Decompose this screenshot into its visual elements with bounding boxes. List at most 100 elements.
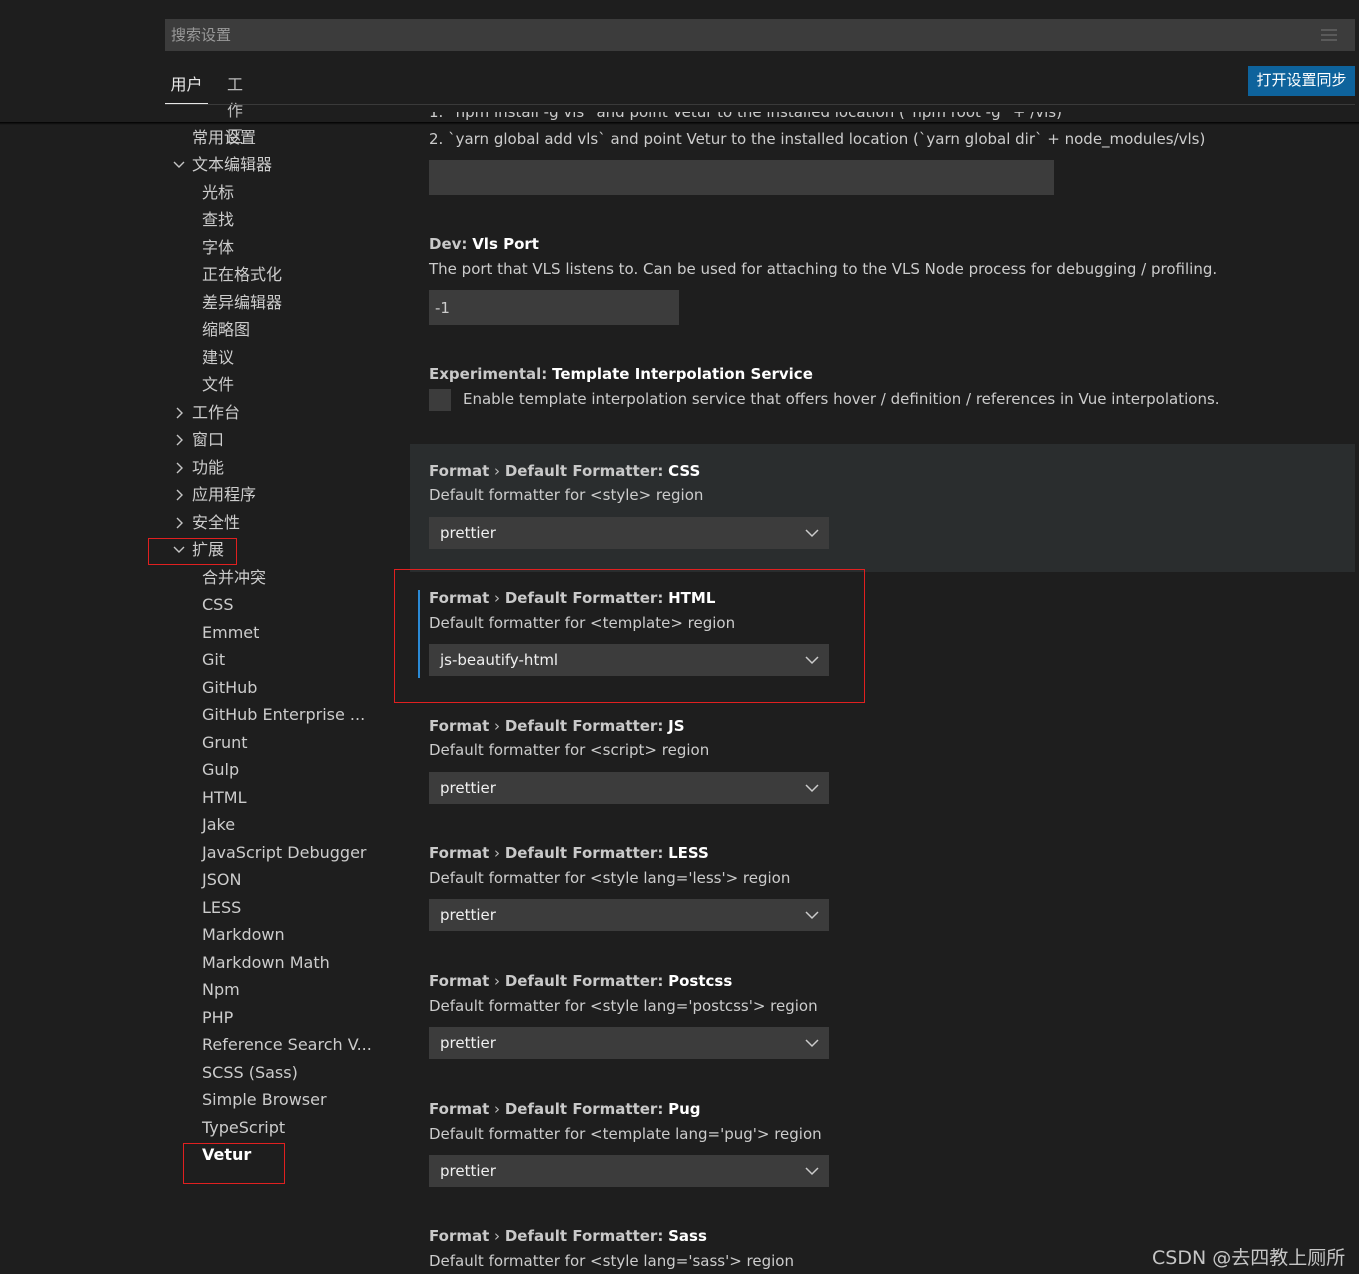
breadcrumb-separator: › xyxy=(494,844,501,862)
toc-item-markdown-math[interactable]: Markdown Math xyxy=(202,952,330,974)
toc-item-files[interactable]: 文件 xyxy=(202,374,234,396)
filter-icon[interactable] xyxy=(1321,29,1337,41)
setting-title-formatter-less: Format › Default Formatter: LESS xyxy=(429,843,709,863)
toc-item-label: 功能 xyxy=(192,458,225,477)
formatter-css-description: Default formatter for <style> region xyxy=(429,486,704,504)
toc-item-font[interactable]: 字体 xyxy=(202,237,234,259)
toc-item-workbench[interactable]: 工作台 xyxy=(176,402,240,424)
select-value: prettier xyxy=(440,1034,496,1052)
tab-workspace[interactable]: 工作区 xyxy=(227,72,243,146)
template-interpolation-description: Enable template interpolation service th… xyxy=(463,390,1220,408)
toc-item-github-enterprise[interactable]: GitHub Enterprise ... xyxy=(202,704,365,726)
tab-user[interactable]: 用户 xyxy=(165,72,208,104)
setting-name: HTML xyxy=(668,589,716,607)
formatter-less-description: Default formatter for <style lang='less'… xyxy=(429,869,791,887)
toc-item-reference-search[interactable]: Reference Search V... xyxy=(202,1034,372,1056)
breadcrumb-separator: › xyxy=(494,972,501,990)
toc-item-json[interactable]: JSON xyxy=(202,869,241,891)
toc-item-label: 应用程序 xyxy=(192,485,257,504)
toc-item-grunt[interactable]: Grunt xyxy=(202,732,248,754)
toc-item-npm[interactable]: Npm xyxy=(202,979,240,1001)
highlight-box-vetur xyxy=(183,1143,285,1184)
formatter-less-select[interactable]: prettier xyxy=(429,899,829,931)
toc-item-suggestions[interactable]: 建议 xyxy=(202,347,234,369)
toc-item-simple-browser[interactable]: Simple Browser xyxy=(202,1089,327,1111)
setting-category: Format xyxy=(429,972,490,990)
formatter-js-select[interactable]: prettier xyxy=(429,772,829,804)
setting-title-formatter-html: Format › Default Formatter: HTML xyxy=(429,588,715,608)
toc-item-html[interactable]: HTML xyxy=(202,787,247,809)
toc-item-git[interactable]: Git xyxy=(202,649,225,671)
toc-item-markdown[interactable]: Markdown xyxy=(202,924,285,946)
formatter-js-description: Default formatter for <script> region xyxy=(429,741,710,759)
formatter-postcss-description: Default formatter for <style lang='postc… xyxy=(429,997,818,1015)
formatter-html-select[interactable]: js-beautify-html xyxy=(429,644,829,676)
formatter-postcss-select[interactable]: prettier xyxy=(429,1027,829,1059)
toc-item-typescript[interactable]: TypeScript xyxy=(202,1117,285,1139)
toc-item-javascript-debugger[interactable]: JavaScript Debugger xyxy=(202,842,366,864)
setting-name: Pug xyxy=(668,1100,701,1118)
toc-item-common[interactable]: 常用设置 xyxy=(192,127,256,149)
setting-category: Format xyxy=(429,462,490,480)
toc-item-gulp[interactable]: Gulp xyxy=(202,759,239,781)
select-value: prettier xyxy=(440,779,496,797)
dropdown-arrow-icon xyxy=(805,784,819,793)
formatter-css-select[interactable]: prettier xyxy=(429,517,829,549)
chevron-right-icon xyxy=(173,460,185,476)
search-input[interactable] xyxy=(171,19,1291,51)
setting-title-formatter-postcss: Format › Default Formatter: Postcss xyxy=(429,971,732,991)
dropdown-arrow-icon xyxy=(805,1167,819,1176)
setting-subcategory: Default Formatter: xyxy=(504,462,664,480)
setting-category: Format xyxy=(429,717,490,735)
toc-item-merge-conflict[interactable]: 合并冲突 xyxy=(202,567,266,589)
toc-item-label: 安全性 xyxy=(192,513,241,532)
toc-item-formatting[interactable]: 正在格式化 xyxy=(202,264,282,286)
toc-item-text-editor[interactable]: 文本编辑器 xyxy=(173,154,273,176)
toc-item-emmet[interactable]: Emmet xyxy=(202,622,259,644)
toc-item-php[interactable]: PHP xyxy=(202,1007,233,1029)
setting-category: Format xyxy=(429,589,490,607)
toc-item-label: 文本编辑器 xyxy=(192,155,273,174)
toc-item-window[interactable]: 窗口 xyxy=(176,429,224,451)
setting-category: Format xyxy=(429,844,490,862)
breadcrumb-separator: › xyxy=(494,717,501,735)
breadcrumb-separator: › xyxy=(494,462,501,480)
search-bar[interactable] xyxy=(165,19,1355,51)
formatter-sass-description: Default formatter for <style lang='sass'… xyxy=(429,1252,794,1270)
setting-category: Dev: xyxy=(429,235,468,253)
toc-item-cursor[interactable]: 光标 xyxy=(202,182,234,204)
toc-item-find[interactable]: 查找 xyxy=(202,209,234,231)
setting-name: Template Interpolation Service xyxy=(552,365,813,383)
formatter-pug-description: Default formatter for <template lang='pu… xyxy=(429,1125,822,1143)
toc-item-diff-editor[interactable]: 差异编辑器 xyxy=(202,292,282,314)
select-value: prettier xyxy=(440,1162,496,1180)
open-settings-sync-button[interactable]: 打开设置同步 xyxy=(1248,66,1355,96)
select-value: prettier xyxy=(440,524,496,542)
setting-name: JS xyxy=(668,717,685,735)
setting-name: Vls Port xyxy=(472,235,539,253)
setting-title-formatter-css: Format › Default Formatter: CSS xyxy=(429,461,700,481)
vls-port-input[interactable] xyxy=(429,290,679,325)
toc-item-features[interactable]: 功能 xyxy=(176,457,225,479)
dropdown-arrow-icon xyxy=(805,1039,819,1048)
watermark: CSDN @去四教上厕所 xyxy=(1152,1247,1346,1269)
formatter-pug-select[interactable]: prettier xyxy=(429,1155,829,1187)
setting-title-vls-port: Dev: Vls Port xyxy=(429,234,539,254)
toc-item-application[interactable]: 应用程序 xyxy=(176,484,257,506)
toc-item-scss[interactable]: SCSS (Sass) xyxy=(202,1062,298,1084)
setting-subcategory: Default Formatter: xyxy=(504,972,664,990)
focus-indicator xyxy=(418,590,420,678)
toc-item-css[interactable]: CSS xyxy=(202,594,233,616)
chevron-right-icon xyxy=(173,432,185,448)
toc-item-jake[interactable]: Jake xyxy=(202,814,235,836)
template-interpolation-checkbox[interactable] xyxy=(429,389,451,411)
vls-path-input[interactable] xyxy=(429,160,1054,195)
toc-item-less[interactable]: LESS xyxy=(202,897,241,919)
setting-title-formatter-sass: Format › Default Formatter: Sass xyxy=(429,1226,707,1246)
toc-item-github[interactable]: GitHub xyxy=(202,677,257,699)
dropdown-arrow-icon xyxy=(805,529,819,538)
setting-category: Format xyxy=(429,1100,490,1118)
toc-item-security[interactable]: 安全性 xyxy=(176,512,241,534)
toc-item-minimap[interactable]: 缩略图 xyxy=(202,319,250,341)
chevron-right-icon xyxy=(173,405,185,421)
